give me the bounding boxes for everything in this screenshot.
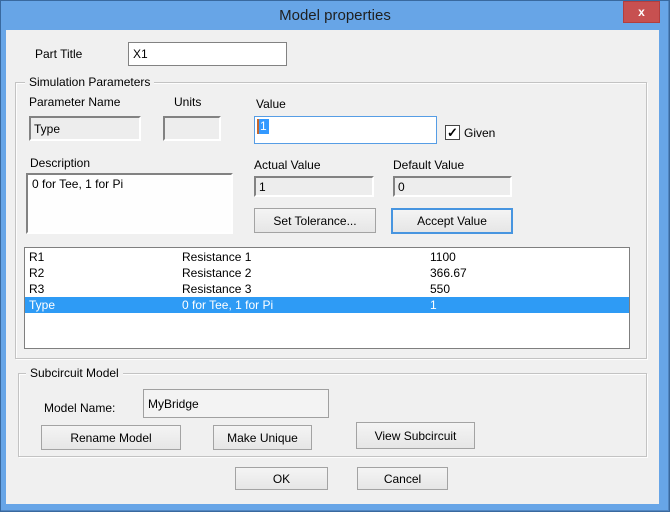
parameter-row-description: Resistance 2	[182, 265, 251, 281]
parameter-row-value: 550	[430, 281, 450, 297]
parameter-row-name: Type	[29, 297, 55, 313]
value-label: Value	[256, 97, 286, 111]
parameter-row-description: Resistance 1	[182, 249, 251, 265]
parameter-name-value: Type	[34, 122, 60, 136]
simulation-parameters-group-label: Simulation Parameters	[25, 75, 154, 89]
parameter-row-name: R2	[29, 265, 44, 281]
units-field	[163, 116, 221, 141]
actual-value-label: Actual Value	[254, 158, 321, 172]
view-subcircuit-button[interactable]: View Subcircuit	[356, 422, 475, 449]
parameter-row-r3[interactable]: R3 Resistance 3 550	[25, 281, 629, 297]
value-selected-text: 1	[258, 119, 269, 134]
parameter-row-type[interactable]: Type 0 for Tee, 1 for Pi 1	[25, 297, 629, 313]
description-value: 0 for Tee, 1 for Pi	[32, 177, 123, 191]
parameter-row-value: 1100	[430, 249, 456, 265]
actual-value-field: 1	[254, 176, 374, 197]
dialog-title: Model properties	[1, 1, 669, 30]
value-input[interactable]: 1	[254, 116, 437, 144]
parameter-row-name: R1	[29, 249, 44, 265]
part-title-value: X1	[133, 47, 148, 61]
close-icon: x	[638, 5, 645, 19]
parameter-row-name: R3	[29, 281, 44, 297]
model-properties-dialog: Model properties x Part Title X1 Simulat…	[0, 0, 670, 512]
title-bar[interactable]: Model properties x	[1, 1, 669, 30]
close-button[interactable]: x	[623, 1, 660, 23]
default-value-field: 0	[393, 176, 512, 197]
model-name-field[interactable]: MyBridge	[143, 389, 329, 418]
actual-value: 1	[259, 180, 266, 194]
parameter-row-r2[interactable]: R2 Resistance 2 366.67	[25, 265, 629, 281]
set-tolerance-button[interactable]: Set Tolerance...	[254, 208, 376, 233]
given-checkbox-label: Given	[464, 126, 495, 140]
accept-value-button[interactable]: Accept Value	[391, 208, 513, 234]
dialog-content: Part Title X1 Simulation Parameters Para…	[6, 30, 659, 504]
part-title-input[interactable]: X1	[128, 42, 287, 66]
parameter-row-description: 0 for Tee, 1 for Pi	[182, 297, 273, 313]
parameter-name-field: Type	[29, 116, 141, 141]
part-title-label: Part Title	[35, 47, 82, 61]
parameter-row-r1[interactable]: R1 Resistance 1 1100	[25, 249, 629, 265]
parameter-name-label: Parameter Name	[29, 95, 120, 109]
simulation-parameters-group: Simulation Parameters Parameter Name Uni…	[15, 82, 647, 359]
default-value: 0	[398, 180, 405, 194]
parameter-row-value: 366.67	[430, 265, 467, 281]
parameter-row-value: 1	[430, 297, 437, 313]
parameters-listbox[interactable]: R1Resistance 11100R2Resistance 2366.67R3…	[24, 247, 630, 349]
description-label: Description	[30, 156, 90, 170]
model-name-label: Model Name:	[44, 401, 115, 415]
subcircuit-model-group: Subcircuit Model Model Name: MyBridge Re…	[18, 373, 647, 457]
cancel-button[interactable]: Cancel	[357, 467, 448, 490]
given-checkbox[interactable]: ✓	[445, 125, 460, 140]
default-value-label: Default Value	[393, 158, 464, 172]
subcircuit-model-group-label: Subcircuit Model	[26, 366, 123, 380]
description-field: 0 for Tee, 1 for Pi	[26, 173, 233, 234]
checkmark-icon: ✓	[447, 126, 458, 139]
model-name-value: MyBridge	[148, 397, 199, 411]
make-unique-button[interactable]: Make Unique	[213, 425, 312, 450]
parameter-row-description: Resistance 3	[182, 281, 251, 297]
units-label: Units	[174, 95, 201, 109]
ok-button[interactable]: OK	[235, 467, 328, 490]
rename-model-button[interactable]: Rename Model	[41, 425, 181, 450]
